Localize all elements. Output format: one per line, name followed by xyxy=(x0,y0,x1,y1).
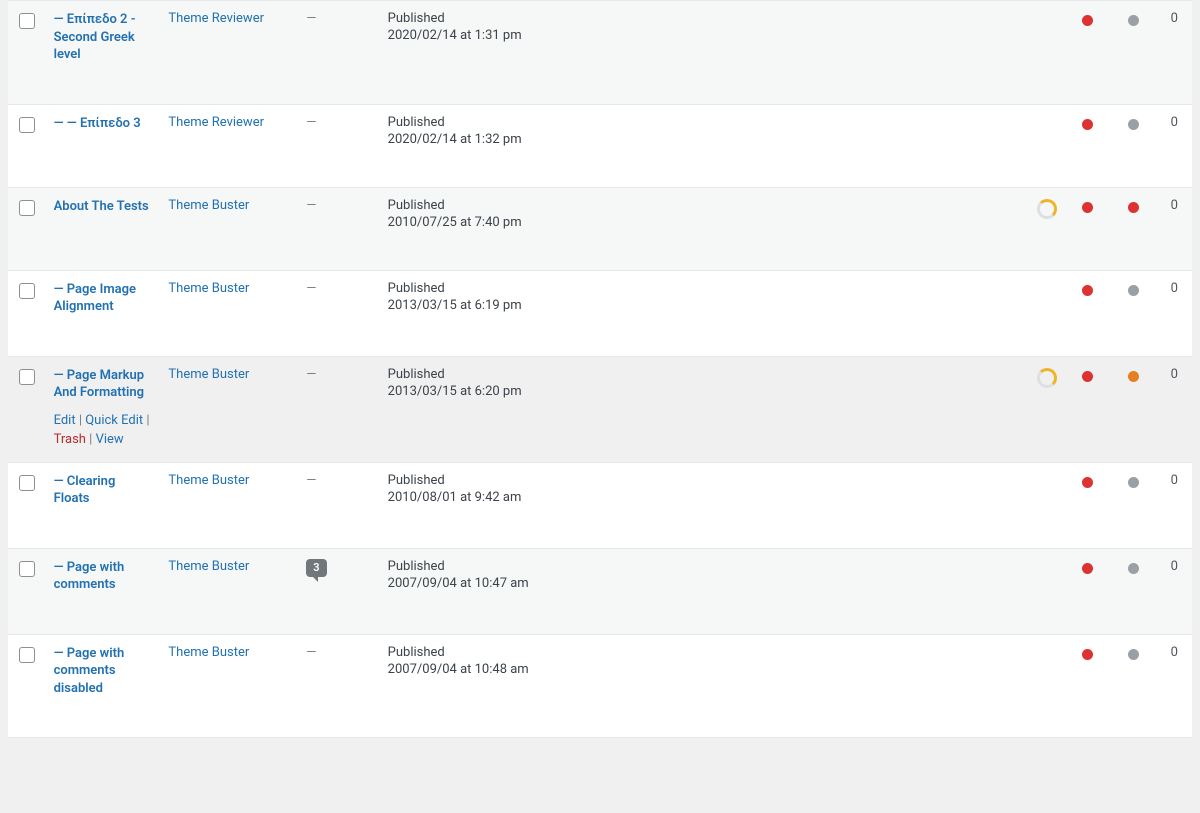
readability-indicator xyxy=(1128,202,1139,213)
row-select-checkbox[interactable] xyxy=(19,283,35,299)
author-link[interactable]: Theme Buster xyxy=(168,473,249,488)
no-tags-dash: — xyxy=(306,115,316,130)
comment-count-bubble[interactable]: 3 xyxy=(306,559,326,577)
no-tags-dash: — xyxy=(306,281,316,296)
row-actions: Edit | Quick Edit | Trash | View xyxy=(54,412,153,450)
readability-indicator xyxy=(1128,477,1139,488)
page-title-link[interactable]: — Page with comments disabled xyxy=(54,645,153,698)
no-tags-dash: — xyxy=(306,645,316,660)
action-separator: | xyxy=(86,432,96,447)
pages-list-table: — Επίπεδο 2 - Second Greek level Theme Re… xyxy=(8,0,1192,749)
status-label: Published xyxy=(388,645,969,660)
no-tags-dash: — xyxy=(306,473,316,488)
action-separator: | xyxy=(143,413,149,428)
readability-indicator xyxy=(1128,563,1139,574)
incoming-links-count: 0 xyxy=(1171,645,1178,660)
author-link[interactable]: Theme Buster xyxy=(168,645,249,660)
author-link[interactable]: Theme Buster xyxy=(168,281,249,296)
status-label: Published xyxy=(388,11,969,26)
row-select-checkbox[interactable] xyxy=(19,117,35,133)
table-row: — Page Image Alignment Theme Buster — Publi… xyxy=(8,270,1192,356)
readability-indicator xyxy=(1128,15,1139,26)
row-select-checkbox[interactable] xyxy=(19,369,35,385)
incoming-links-count: 0 xyxy=(1171,473,1178,488)
page-title-link[interactable]: — Page Image Alignment xyxy=(54,281,153,316)
trash-link[interactable]: Trash xyxy=(54,432,86,447)
seo-score-indicator xyxy=(1082,649,1093,660)
incoming-links-count: 0 xyxy=(1171,367,1178,382)
page-title-link[interactable]: — Επίπεδο 2 - Second Greek level xyxy=(54,11,153,64)
row-select-checkbox[interactable] xyxy=(19,561,35,577)
readability-indicator xyxy=(1128,285,1139,296)
table-row: — Page with comments Theme Buster 3 Publish… xyxy=(8,548,1192,634)
incoming-links-count: 0 xyxy=(1171,198,1178,213)
publish-datetime: 2013/03/15 at 6:19 pm xyxy=(388,298,969,313)
status-label: Published xyxy=(388,281,969,296)
publish-datetime: 2020/02/14 at 1:32 pm xyxy=(388,132,969,147)
no-tags-dash: — xyxy=(306,198,316,213)
seo-score-indicator xyxy=(1082,371,1093,382)
incoming-links-count: 0 xyxy=(1171,281,1178,296)
table-row: — Page with comments disabled Theme Buste… xyxy=(8,634,1192,738)
status-label: Published xyxy=(388,115,969,130)
table-row: — Page Markup And Formatting Edit | Quick… xyxy=(8,356,1192,462)
table-row: — — Επίπεδο 3 Theme Reviewer — Published 202… xyxy=(8,104,1192,187)
row-select-checkbox[interactable] xyxy=(19,647,35,663)
author-link[interactable]: Theme Reviewer xyxy=(168,11,264,26)
seo-score-indicator xyxy=(1082,119,1093,130)
page-title-link[interactable]: — Clearing Floats xyxy=(54,473,153,508)
action-separator: | xyxy=(76,413,86,428)
no-tags-dash: — xyxy=(306,367,316,382)
page-title-link[interactable]: — — Επίπεδο 3 xyxy=(54,115,141,133)
author-link[interactable]: Theme Buster xyxy=(168,367,249,382)
view-link[interactable]: View xyxy=(96,432,124,447)
readability-indicator xyxy=(1128,119,1139,130)
publish-datetime: 2010/08/01 at 9:42 am xyxy=(388,490,969,505)
seo-score-indicator xyxy=(1082,477,1093,488)
page-title-link[interactable]: — Page with comments xyxy=(54,559,153,594)
seo-score-indicator xyxy=(1082,563,1093,574)
page-title-link[interactable]: — Page Markup And Formatting xyxy=(54,367,153,402)
row-select-checkbox[interactable] xyxy=(19,13,35,29)
status-label: Published xyxy=(388,473,969,488)
quick-edit-link[interactable]: Quick Edit xyxy=(85,413,143,428)
page-title-link[interactable]: About The Tests xyxy=(54,198,149,216)
table-row: About The Tests Theme Buster — Published 201… xyxy=(8,187,1192,270)
edit-link[interactable]: Edit xyxy=(54,413,76,428)
row-select-checkbox[interactable] xyxy=(19,200,35,216)
incoming-links-count: 0 xyxy=(1171,559,1178,574)
publish-datetime: 2007/09/04 at 10:47 am xyxy=(388,576,969,591)
author-link[interactable]: Theme Buster xyxy=(168,198,249,213)
status-label: Published xyxy=(388,367,969,382)
table-row: — Clearing Floats Theme Buster — Published 2… xyxy=(8,462,1192,548)
publish-datetime: 2013/03/15 at 6:20 pm xyxy=(388,384,969,399)
status-label: Published xyxy=(388,559,969,574)
publish-datetime: 2010/07/25 at 7:40 pm xyxy=(388,215,969,230)
table-row: — Επίπεδο 2 - Second Greek level Theme Re… xyxy=(8,0,1192,104)
publish-datetime: 2020/02/14 at 1:31 pm xyxy=(388,28,969,43)
row-select-checkbox[interactable] xyxy=(19,475,35,491)
readability-indicator xyxy=(1128,649,1139,660)
seo-score-indicator xyxy=(1082,202,1093,213)
loading-spinner-icon xyxy=(1037,368,1057,388)
seo-score-indicator xyxy=(1082,15,1093,26)
author-link[interactable]: Theme Reviewer xyxy=(168,115,264,130)
no-tags-dash: — xyxy=(306,11,316,26)
loading-spinner-icon xyxy=(1037,199,1057,219)
publish-datetime: 2007/09/04 at 10:48 am xyxy=(388,662,969,677)
seo-score-indicator xyxy=(1082,285,1093,296)
status-label: Published xyxy=(388,198,969,213)
incoming-links-count: 0 xyxy=(1171,11,1178,26)
incoming-links-count: 0 xyxy=(1171,115,1178,130)
author-link[interactable]: Theme Buster xyxy=(168,559,249,574)
readability-indicator xyxy=(1128,371,1139,382)
